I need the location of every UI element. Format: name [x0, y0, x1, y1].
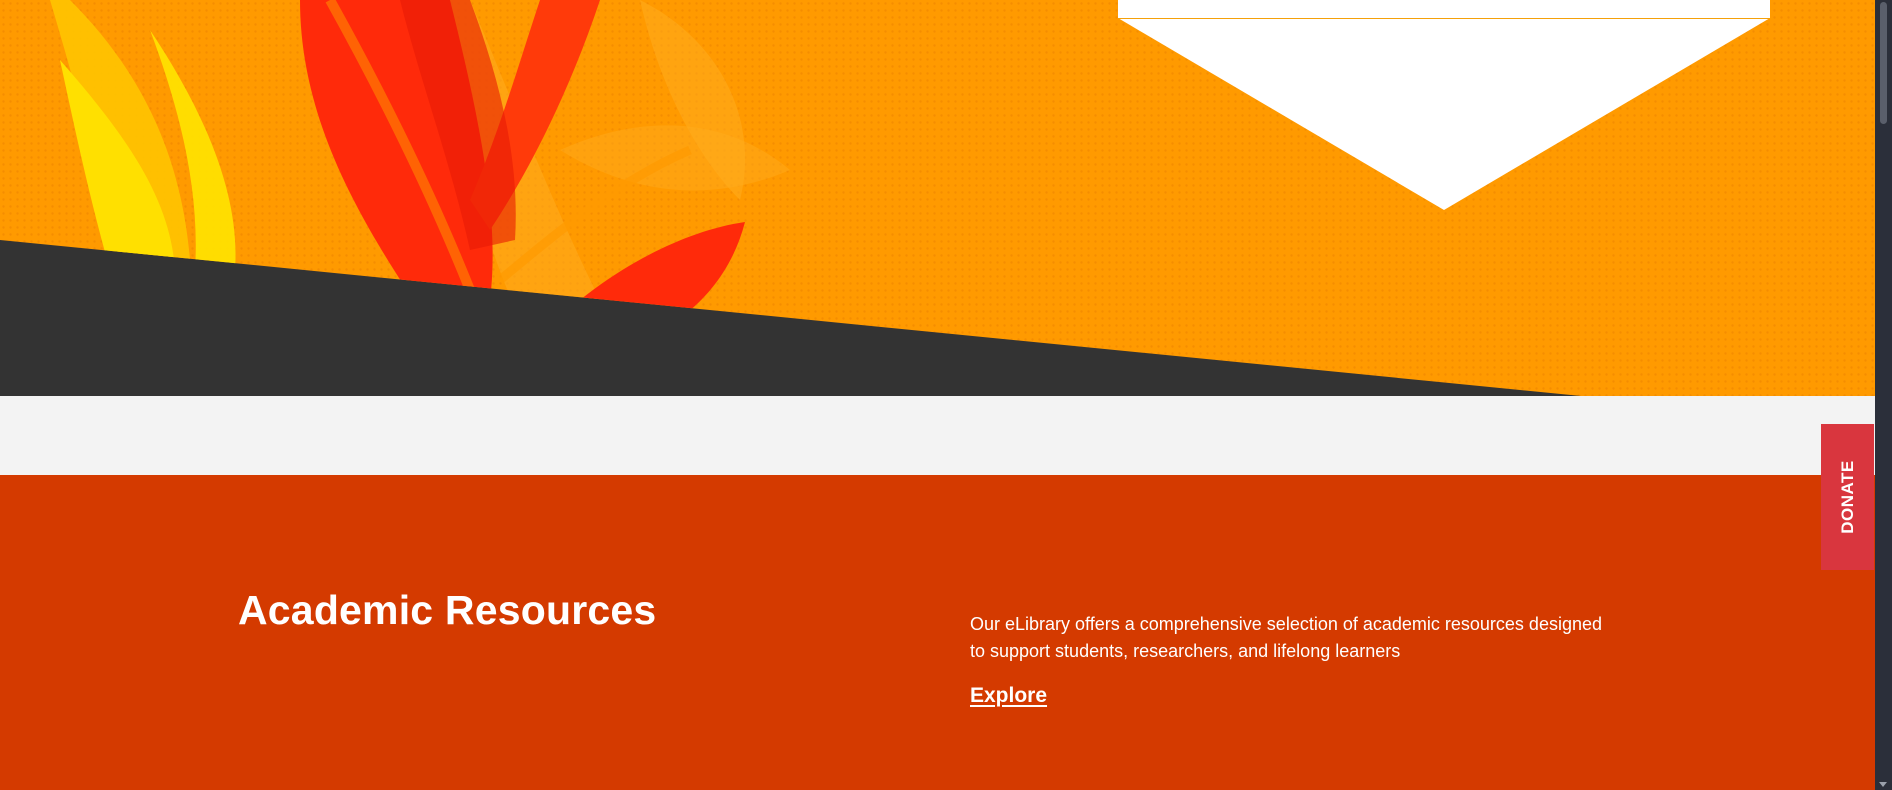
- explore-link[interactable]: Explore: [970, 684, 1047, 708]
- scrollbar-thumb[interactable]: [1880, 2, 1887, 124]
- academic-resources-section: Academic Resources Our eLibrary offers a…: [0, 475, 1875, 790]
- hero-banner: [0, 0, 1875, 396]
- page: Academic Resources Our eLibrary offers a…: [0, 0, 1892, 790]
- donate-button[interactable]: DONATE: [1821, 424, 1874, 570]
- hero-card-top: [1118, 0, 1770, 19]
- section-description: Our eLibrary offers a comprehensive sele…: [970, 614, 1602, 661]
- chevron-down-icon[interactable]: [1879, 782, 1887, 787]
- section-divider: [0, 396, 1875, 475]
- donate-label: DONATE: [1837, 460, 1857, 534]
- section-title: Academic Resources: [238, 587, 657, 633]
- page-scrollbar[interactable]: [1875, 0, 1892, 790]
- hero-illustration: [0, 0, 1875, 396]
